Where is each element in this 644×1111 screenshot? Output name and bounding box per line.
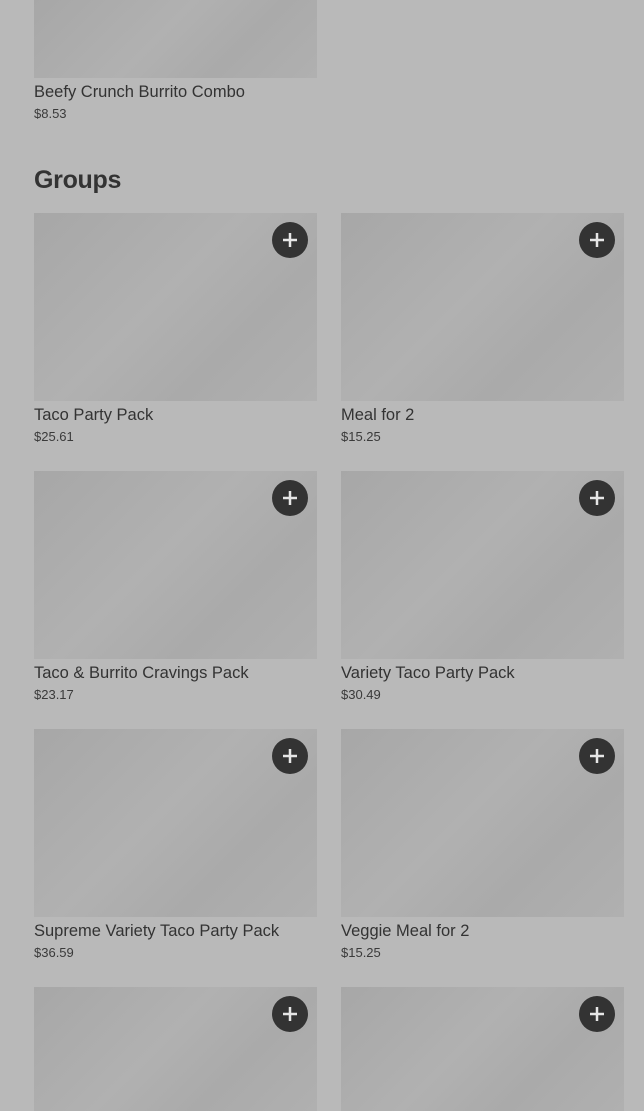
item-image[interactable]: [341, 471, 624, 659]
menu-page: Beefy Crunch Burrito Combo $8.53 Groups …: [0, 0, 644, 1111]
menu-item-card[interactable]: Veggie Meal for 2 $15.25: [341, 729, 624, 961]
add-to-cart-button[interactable]: [579, 480, 615, 516]
plus-icon: [590, 491, 604, 505]
add-to-cart-button[interactable]: [579, 996, 615, 1032]
plus-icon: [283, 233, 297, 247]
add-to-cart-button[interactable]: [272, 222, 308, 258]
add-to-cart-button[interactable]: [272, 738, 308, 774]
item-image[interactable]: [341, 213, 624, 401]
add-to-cart-button[interactable]: [272, 480, 308, 516]
plus-icon: [590, 1007, 604, 1021]
item-image[interactable]: [341, 729, 624, 917]
item-name: Variety Taco Party Pack: [341, 664, 515, 682]
item-price: $8.53: [34, 106, 67, 121]
plus-icon: [590, 233, 604, 247]
plus-icon: [283, 749, 297, 763]
item-price: $23.17: [34, 687, 74, 702]
menu-item-card[interactable]: Meal for 2 $15.25: [341, 213, 624, 445]
item-image[interactable]: [34, 987, 317, 1111]
menu-item-card[interactable]: Beefy Crunch Burrito Combo $8.53: [34, 0, 317, 122]
item-name: Veggie Meal for 2: [341, 922, 470, 940]
item-price: $15.25: [341, 429, 381, 444]
item-price: $30.49: [341, 687, 381, 702]
item-image[interactable]: [34, 729, 317, 917]
item-name: Supreme Variety Taco Party Pack: [34, 922, 280, 940]
add-to-cart-button[interactable]: [579, 738, 615, 774]
item-image[interactable]: [34, 0, 317, 78]
menu-item-card[interactable]: Supreme Variety Taco Party Pack $36.59: [34, 729, 317, 961]
add-to-cart-button[interactable]: [579, 222, 615, 258]
item-image[interactable]: [341, 987, 624, 1111]
plus-icon: [590, 749, 604, 763]
plus-icon: [283, 491, 297, 505]
menu-item-card[interactable]: Taco & Burrito Cravings Pack $23.17: [34, 471, 317, 703]
add-to-cart-button[interactable]: [272, 996, 308, 1032]
menu-item-card[interactable]: [341, 987, 624, 1111]
item-name: Taco & Burrito Cravings Pack: [34, 664, 249, 682]
item-name: Taco Party Pack: [34, 406, 154, 424]
section-title-groups: Groups: [34, 166, 122, 194]
menu-item-card[interactable]: [34, 987, 317, 1111]
menu-item-card[interactable]: Variety Taco Party Pack $30.49: [341, 471, 624, 703]
plus-icon: [283, 1007, 297, 1021]
item-image[interactable]: [34, 213, 317, 401]
item-name: Meal for 2: [341, 406, 415, 424]
item-price: $36.59: [34, 945, 74, 960]
item-price: $25.61: [34, 429, 74, 444]
menu-item-card[interactable]: Taco Party Pack $25.61: [34, 213, 317, 445]
item-name: Beefy Crunch Burrito Combo: [34, 83, 245, 101]
item-image[interactable]: [34, 471, 317, 659]
item-price: $15.25: [341, 945, 381, 960]
